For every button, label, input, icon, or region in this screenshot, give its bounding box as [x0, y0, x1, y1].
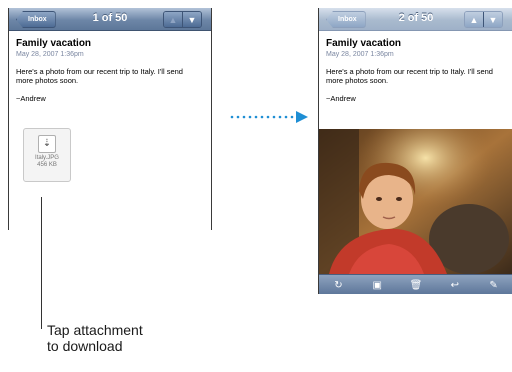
trash-icon[interactable]: 🗑 — [405, 280, 427, 291]
right-navbar: Inbox 2 of 50 ▲ ▼ — [319, 8, 512, 31]
message-body: Family vacation May 28, 2007 1:36pm Here… — [16, 38, 207, 103]
attachment-name: Italy.JPG — [35, 155, 59, 161]
attachment-tile[interactable]: ⇣ Italy.JPG 456 KB — [23, 128, 71, 182]
left-navbar: Inbox 1 of 50 ▲ ▼ — [9, 8, 211, 31]
left-screen: Inbox 1 of 50 ▲ ▼ Family vacation May 28… — [8, 8, 212, 230]
message-text: Here's a photo from our recent trip to I… — [16, 67, 183, 85]
transition-arrow — [230, 111, 308, 123]
compose-icon[interactable]: ✎ — [483, 280, 505, 291]
refresh-icon[interactable]: ↻ — [327, 280, 349, 291]
boy-photo-image — [319, 129, 512, 274]
previous-message-button[interactable]: ▲ — [465, 12, 483, 27]
callout-caption: Tap attachment to download — [47, 322, 143, 354]
message-nav-control: ▲ ▼ — [464, 11, 503, 28]
download-icon: ⇣ — [38, 135, 56, 153]
callout-line — [41, 197, 42, 329]
attachment-size: 456 KB — [37, 162, 57, 168]
right-screen: Inbox 2 of 50 ▲ ▼ Family vacation May 28… — [318, 8, 512, 294]
message-body: Family vacation May 28, 2007 1:36pm Here… — [326, 38, 509, 103]
attached-photo — [319, 129, 512, 274]
message-signature: ~Andrew — [326, 94, 356, 103]
message-signature: ~Andrew — [16, 94, 46, 103]
message-text: Here's a photo from our recent trip to I… — [326, 67, 493, 85]
message-subject: Family vacation — [326, 38, 402, 49]
message-date: May 28, 2007 1:36pm — [326, 51, 394, 58]
callout-line-2: to download — [47, 338, 123, 354]
message-toolbar: ↻ ▣ 🗑 ↩ ✎ — [319, 274, 512, 294]
next-message-button[interactable]: ▼ — [182, 12, 201, 27]
callout-line-1: Tap attachment — [47, 322, 143, 338]
reply-icon[interactable]: ↩ — [444, 280, 466, 291]
message-nav-control: ▲ ▼ — [163, 11, 202, 28]
move-icon[interactable]: ▣ — [366, 280, 388, 291]
message-date: May 28, 2007 1:36pm — [16, 51, 84, 58]
message-subject: Family vacation — [16, 38, 92, 49]
previous-message-button[interactable]: ▲ — [164, 12, 182, 27]
next-message-button[interactable]: ▼ — [483, 12, 502, 27]
